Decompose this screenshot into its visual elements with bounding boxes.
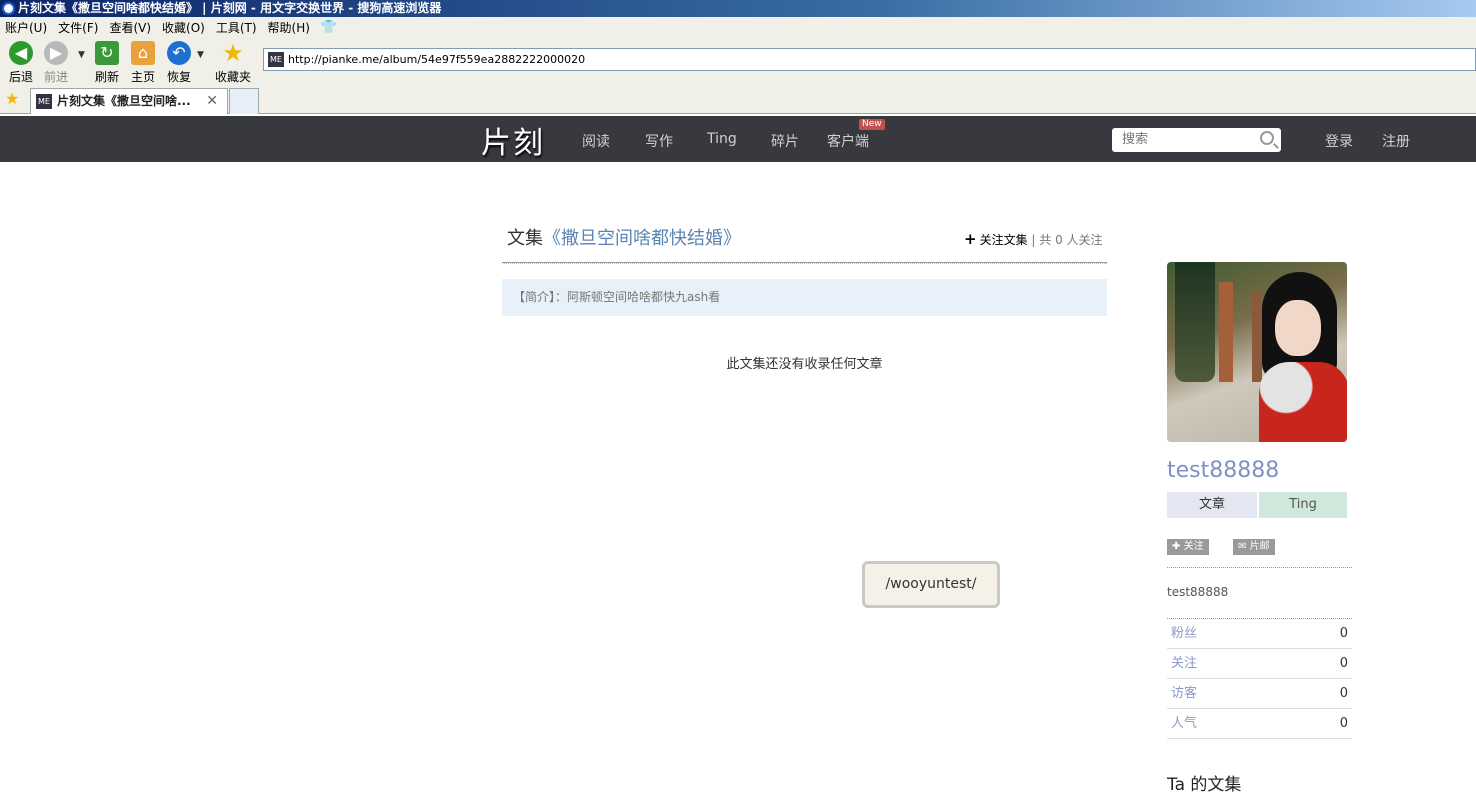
follow-count: | 共 0 人关注 <box>1031 233 1103 247</box>
stat-label: 关注 <box>1171 656 1198 671</box>
album-intro: 【简介】：阿斯顿空间哈啥都快九ash看 <box>502 279 1107 316</box>
user-bio: test88888 <box>1167 585 1229 599</box>
refresh-icon: ↻ <box>95 41 119 65</box>
stat-row-visitors[interactable]: 访客 0 <box>1167 679 1352 709</box>
follow-user-button[interactable]: ✚ 关注 <box>1167 539 1209 555</box>
window-titlebar: 片刻文集《撒旦空间啥都快结婚》 | 片刻网 - 用文字交换世界 - 搜狗高速浏览… <box>0 0 1476 17</box>
tab-favicon-icon: ME <box>36 94 52 109</box>
album-prefix: 文集 <box>507 228 543 249</box>
nav-read[interactable]: 阅读 <box>582 131 610 151</box>
title-divider <box>502 262 1107 264</box>
window-title: 片刻文集《撒旦空间啥都快结婚》 | 片刻网 - 用文字交换世界 - 搜狗高速浏览… <box>18 1 442 15</box>
skin-icon[interactable]: 👕 <box>321 20 337 35</box>
stat-row-following[interactable]: 关注 0 <box>1167 649 1352 679</box>
mail-label: 片邮 <box>1249 541 1270 552</box>
undo-icon: ↶ <box>167 41 191 65</box>
back-button[interactable]: ◀ 后退 <box>1 41 41 85</box>
address-bar[interactable]: ME http://pianke.me/album/54e97f559ea288… <box>263 48 1476 71</box>
plus-icon: + <box>964 230 977 248</box>
album-name[interactable]: 《撒旦空间啥都快结婚》 <box>543 228 741 249</box>
menu-file[interactable]: 文件(F) <box>58 19 98 36</box>
restore-dropdown-icon[interactable]: ▼ <box>197 50 204 60</box>
home-icon: ⌂ <box>131 41 155 65</box>
search-input[interactable] <box>1122 128 1262 150</box>
tab-articles[interactable]: 文章 <box>1167 492 1257 518</box>
stat-row-popularity[interactable]: 人气 0 <box>1167 709 1352 739</box>
stat-label: 粉丝 <box>1171 626 1198 641</box>
nav-client[interactable]: 客户端 <box>827 131 869 151</box>
address-url: http://pianke.me/album/54e97f559ea288222… <box>288 53 586 66</box>
follow-album-label: 关注文集 <box>979 233 1028 247</box>
mail-button[interactable]: ✉ 片邮 <box>1233 539 1275 555</box>
back-label: 后退 <box>8 70 33 84</box>
forward-button[interactable]: ▶ 前进 <box>36 41 76 85</box>
tab-title: 片刻文集《撒旦空间啥... <box>57 94 191 108</box>
site-favicon-icon: ME <box>268 52 284 67</box>
menu-account[interactable]: 账户(U) <box>5 19 47 36</box>
album-title: 文集《撒旦空间啥都快结婚》 <box>507 224 741 250</box>
stat-value: 0 <box>1339 686 1348 701</box>
browser-toolbar: ◀ 后退 ▶ 前进 ▼ ↻ 刷新 ⌂ 主页 ↶ 恢复 ▼ ★ 收藏夹 ME ht… <box>0 38 1476 86</box>
close-tab-icon[interactable]: ✕ <box>206 89 218 113</box>
avatar-face <box>1275 300 1321 356</box>
favorites-button[interactable]: ★ 收藏夹 <box>213 41 253 85</box>
follow-album: + 关注文集 | 共 0 人关注 <box>964 230 1103 248</box>
menu-help[interactable]: 帮助(H) <box>268 19 310 36</box>
nav-write[interactable]: 写作 <box>645 131 673 151</box>
mail-icon: ✉ <box>1238 541 1247 552</box>
user-albums-heading: Ta 的文集 <box>1167 775 1242 795</box>
divider <box>1167 567 1352 568</box>
login-link[interactable]: 登录 <box>1325 131 1353 151</box>
menu-view[interactable]: 查看(V) <box>109 19 151 36</box>
search-box <box>1112 128 1281 152</box>
avatar[interactable] <box>1167 262 1347 442</box>
forward-arrow-icon: ▶ <box>44 41 68 65</box>
follow-user-label: 关注 <box>1183 541 1204 552</box>
site-logo[interactable]: 片刻 <box>481 118 545 162</box>
refresh-button[interactable]: ↻ 刷新 <box>87 41 127 85</box>
star-icon: ★ <box>222 39 244 67</box>
new-badge: New <box>859 119 885 130</box>
menu-bar: 账户(U) 文件(F) 查看(V) 收藏(O) 工具(T) 帮助(H) 👕 <box>0 17 1476 38</box>
tab-bar: ★ ME 片刻文集《撒旦空间啥... ✕ <box>0 86 1476 114</box>
refresh-label: 刷新 <box>94 70 119 84</box>
stat-value: 0 <box>1339 716 1348 731</box>
register-link[interactable]: 注册 <box>1382 131 1410 151</box>
home-button[interactable]: ⌂ 主页 <box>123 41 163 85</box>
browser-tab-active[interactable]: ME 片刻文集《撒旦空间啥... ✕ <box>30 88 228 114</box>
stat-label: 访客 <box>1171 686 1198 701</box>
avatar-tree <box>1175 262 1215 382</box>
avatar-pole-2 <box>1252 292 1262 382</box>
site-navbar: 片刻 阅读 写作 Ting 碎片 客户端 New 登录 注册 <box>0 116 1476 162</box>
forward-label: 前进 <box>43 70 68 84</box>
nav-ting[interactable]: Ting <box>707 131 737 147</box>
stat-value: 0 <box>1339 626 1348 641</box>
home-label: 主页 <box>130 70 155 84</box>
empty-message: 此文集还没有收录任何文章 <box>726 357 883 372</box>
follow-album-button[interactable]: + 关注文集 <box>964 230 1028 248</box>
avatar-coat <box>1259 362 1347 442</box>
plus-icon: ✚ <box>1172 541 1181 552</box>
back-arrow-icon: ◀ <box>9 41 33 65</box>
stat-row-fans[interactable]: 粉丝 0 <box>1167 619 1352 649</box>
nav-fragments[interactable]: 碎片 <box>771 131 799 151</box>
avatar-pole <box>1219 282 1233 382</box>
restore-label: 恢复 <box>166 70 191 84</box>
history-dropdown-icon[interactable]: ▼ <box>78 50 85 60</box>
favorites-label: 收藏夹 <box>214 70 251 84</box>
tooltip-popup: /wooyuntest/ <box>862 561 1000 608</box>
tab-ting[interactable]: Ting <box>1259 492 1347 518</box>
new-tab-button[interactable] <box>229 88 259 114</box>
restore-button[interactable]: ↶ 恢复 <box>159 41 199 85</box>
stat-value: 0 <box>1339 656 1348 671</box>
menu-tools[interactable]: 工具(T) <box>216 19 257 36</box>
favorites-star-icon[interactable]: ★ <box>5 89 19 108</box>
search-icon[interactable] <box>1260 131 1274 145</box>
menu-favorites[interactable]: 收藏(O) <box>162 19 205 36</box>
profile-username[interactable]: test88888 <box>1167 458 1279 483</box>
browser-logo-icon <box>2 2 15 15</box>
stat-label: 人气 <box>1171 716 1198 731</box>
